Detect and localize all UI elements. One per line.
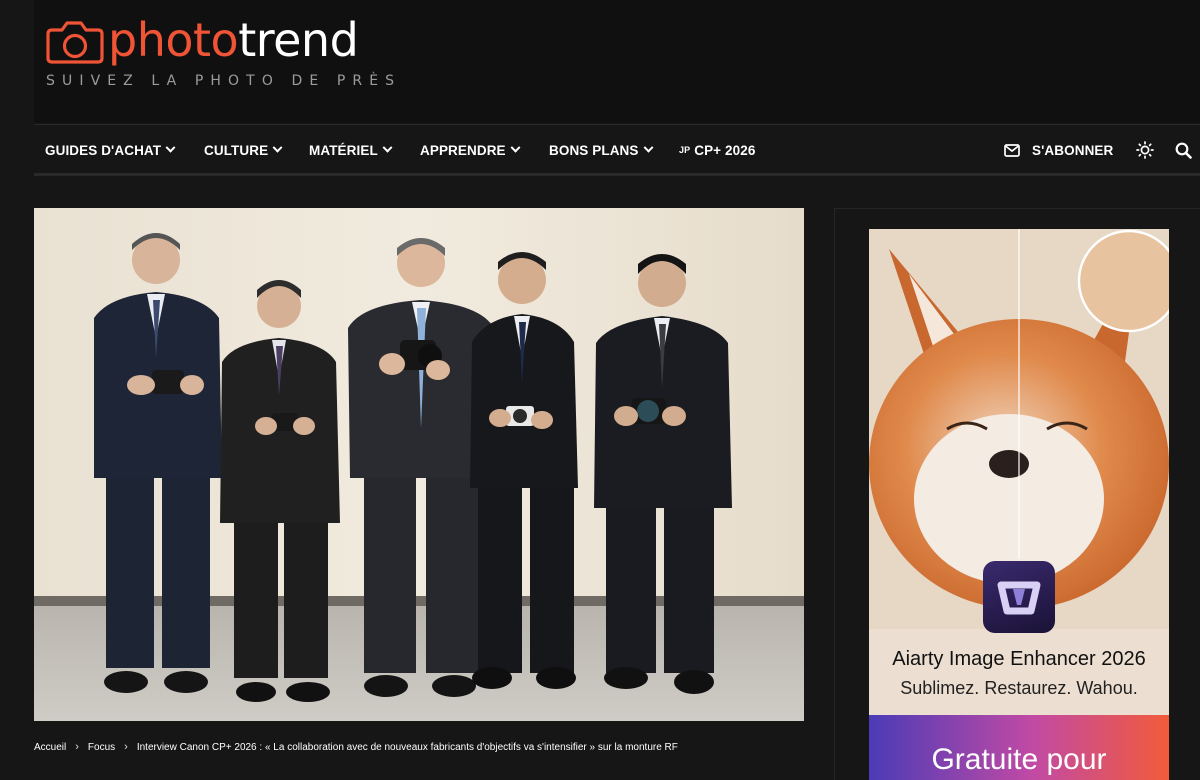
- subscribe-label: S'ABONNER: [1032, 142, 1114, 158]
- nav-label: CULTURE: [204, 142, 269, 158]
- site-header: phototrend SUIVEZ LA PHOTO DE PRÈS: [34, 0, 1200, 123]
- logo-text-photo: photo: [108, 13, 239, 67]
- chevron-down-icon: [165, 142, 176, 153]
- subscribe-button[interactable]: S'ABONNER: [1004, 125, 1113, 175]
- search-icon: [1175, 142, 1192, 159]
- nav-item-culture[interactable]: CULTURE: [204, 125, 283, 175]
- mail-icon: [1004, 143, 1020, 157]
- breadcrumb: Accueil › Focus › Interview Canon CP+ 20…: [34, 741, 678, 753]
- breadcrumb-focus[interactable]: Focus: [88, 742, 115, 753]
- nav-label: MATÉRIEL: [309, 142, 378, 158]
- breadcrumb-home[interactable]: Accueil: [34, 742, 66, 753]
- chevron-right-icon: ›: [124, 741, 128, 753]
- nav-item-bons-plans[interactable]: BONS PLANS: [549, 125, 653, 175]
- camera-icon: [46, 21, 104, 64]
- nav-item-cp-2026[interactable]: JP CP+ 2026: [679, 125, 755, 175]
- breadcrumb-current: Interview Canon CP+ 2026 : « La collabor…: [136, 741, 678, 753]
- main-nav: GUIDES D'ACHAT CULTURE MATÉRIEL APPRENDR…: [34, 124, 1200, 176]
- chevron-down-icon: [382, 142, 393, 153]
- nav-label: GUIDES D'ACHAT: [45, 142, 162, 158]
- ad-tagline: Sublimez. Restaurez. Wahou.: [900, 678, 1138, 698]
- flag-jp-label: JP: [679, 145, 691, 155]
- nav-label: CP+ 2026: [694, 142, 756, 158]
- aiarty-logo-icon: [983, 561, 1055, 633]
- theme-toggle[interactable]: [1136, 125, 1154, 175]
- search-button[interactable]: [1175, 125, 1192, 175]
- chevron-right-icon: ›: [75, 741, 79, 753]
- site-tagline: SUIVEZ LA PHOTO DE PRÈS: [46, 73, 402, 89]
- chevron-down-icon: [510, 142, 521, 153]
- logo-text-trend: trend: [238, 13, 359, 67]
- ad-cta-text[interactable]: Gratuite pour: [869, 743, 1169, 777]
- nav-item-materiel[interactable]: MATÉRIEL: [309, 125, 393, 175]
- nav-item-guides[interactable]: GUIDES D'ACHAT: [45, 125, 176, 175]
- hero-photo: [34, 208, 804, 721]
- nav-item-apprendre[interactable]: APPRENDRE: [420, 125, 521, 175]
- site-logo[interactable]: phototrend: [46, 13, 359, 67]
- chevron-down-icon: [643, 142, 653, 153]
- nav-label: APPRENDRE: [420, 142, 506, 158]
- nav-label: BONS PLANS: [549, 142, 639, 158]
- sun-icon: [1136, 141, 1154, 159]
- ad-product-name: Aiarty Image Enhancer 2026: [892, 648, 1146, 670]
- sidebar-ad[interactable]: Aiarty Image Enhancer 2026 Sublimez. Res…: [869, 229, 1169, 780]
- article-hero-image[interactable]: [34, 208, 804, 721]
- chevron-down-icon: [272, 142, 283, 153]
